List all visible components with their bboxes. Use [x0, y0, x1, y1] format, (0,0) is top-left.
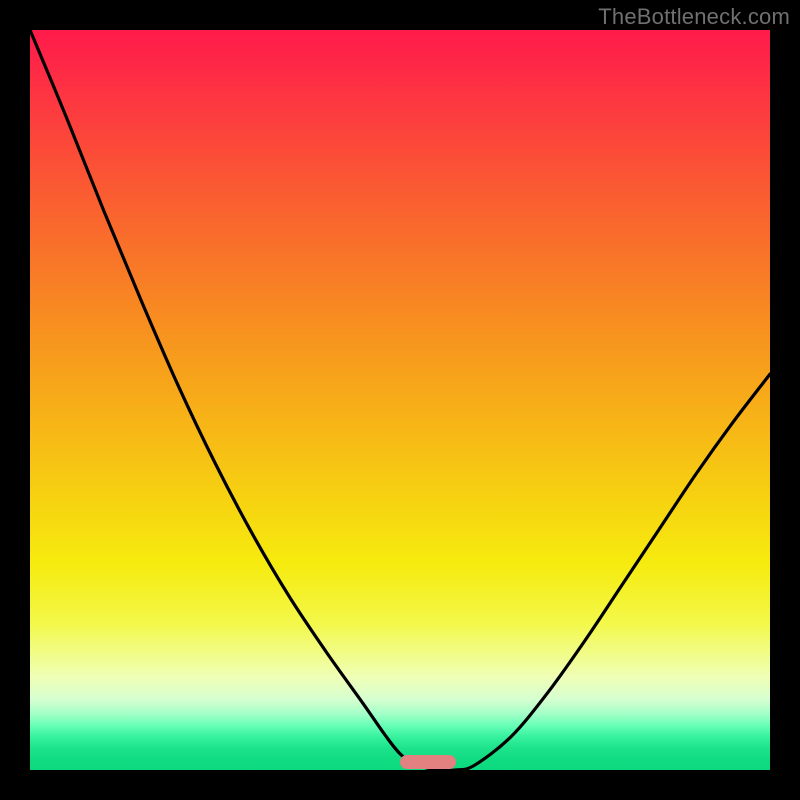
watermark-text: TheBottleneck.com — [598, 4, 790, 30]
minimum-marker — [400, 755, 456, 769]
plot-area — [30, 30, 770, 770]
chart-frame: TheBottleneck.com — [0, 0, 800, 800]
bottleneck-curve — [30, 30, 770, 770]
